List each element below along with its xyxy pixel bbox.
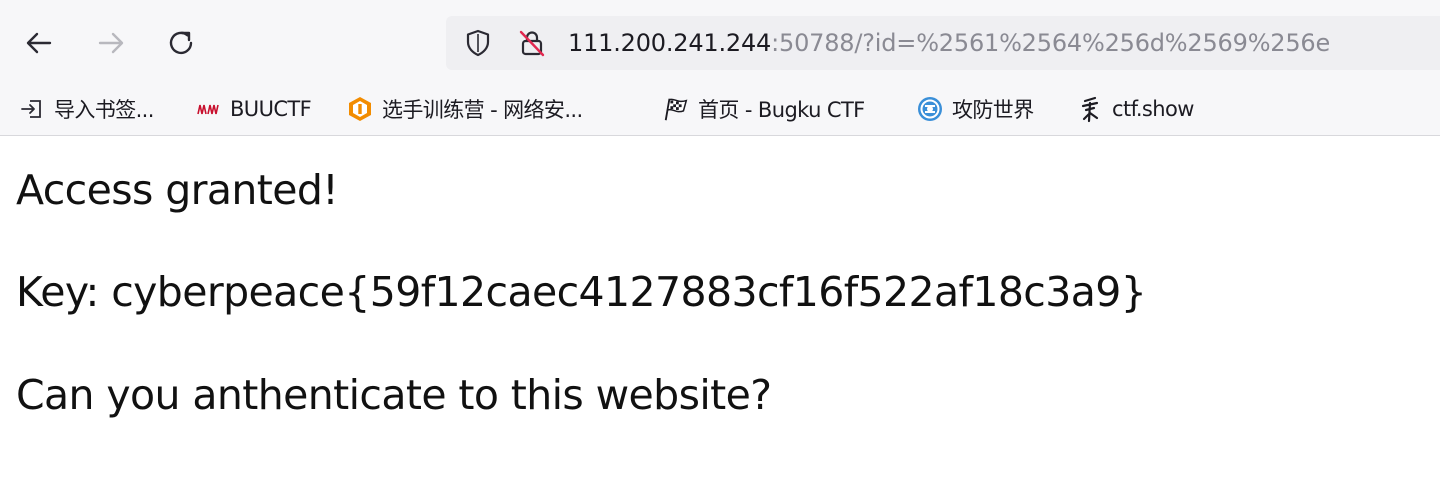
ctfshow-icon (1076, 95, 1104, 123)
import-icon (18, 95, 46, 123)
flag-icon (662, 95, 690, 123)
bookmark-label: ctf.show (1112, 97, 1194, 121)
tracking-protection-button[interactable] (462, 27, 494, 59)
address-bar[interactable]: 111.200.241.244:50788/?id=%2561%2564%256… (446, 16, 1440, 70)
bookmark-buuctf[interactable]: BUUCTF (194, 94, 312, 124)
shield-icon (466, 29, 490, 57)
arrow-left-icon (26, 32, 52, 54)
access-message: Access granted! (16, 166, 339, 214)
url-text[interactable]: 111.200.241.244:50788/?id=%2561%2564%256… (568, 28, 1330, 58)
bookmark-gongfang-shijie[interactable]: 攻防世界 (916, 94, 1034, 124)
bookmark-training-camp[interactable]: 选手训练营 - 网络安... (346, 94, 583, 124)
connection-not-secure-button[interactable] (516, 27, 548, 59)
forward-button[interactable] (90, 22, 132, 64)
bookmark-label: BUUCTF (230, 97, 312, 121)
browser-chrome: 111.200.241.244:50788/?id=%2561%2564%256… (0, 0, 1440, 136)
page-content: Access granted! Key: cyberpeace{59f12cae… (0, 137, 1440, 484)
authenticate-prompt: Can you anthenticate to this website? (16, 371, 772, 419)
bookmark-label: 选手训练营 - 网络安... (382, 98, 583, 122)
bookmark-label: 首页 - Bugku CTF (698, 98, 865, 122)
url-host: 111.200.241.244 (568, 29, 772, 57)
bookmark-import[interactable]: 导入书签... (18, 94, 154, 124)
bookmark-bugku[interactable]: 首页 - Bugku CTF (662, 94, 865, 124)
navigation-toolbar: 111.200.241.244:50788/?id=%2561%2564%256… (0, 0, 1440, 86)
url-path-query: :50788/?id=%2561%2564%256d%2569%256e (771, 29, 1331, 57)
camp-icon (346, 95, 374, 123)
lock-slash-icon (519, 30, 545, 57)
bookmark-label: 攻防世界 (952, 98, 1034, 122)
reload-icon (169, 31, 193, 55)
globe-icon (916, 95, 944, 123)
arrow-right-icon (98, 32, 124, 54)
buuctf-icon (194, 95, 222, 123)
bookmark-ctfshow[interactable]: ctf.show (1076, 94, 1194, 124)
back-button[interactable] (18, 22, 60, 64)
bookmark-label: 导入书签... (54, 98, 154, 122)
reload-button[interactable] (160, 22, 202, 64)
key-text: Key: cyberpeace{59f12caec4127883cf16f522… (16, 268, 1147, 316)
bookmarks-toolbar: 导入书签... BUUCTF 选手训练营 - 网络安... 首页 - Bugku… (0, 86, 1440, 132)
